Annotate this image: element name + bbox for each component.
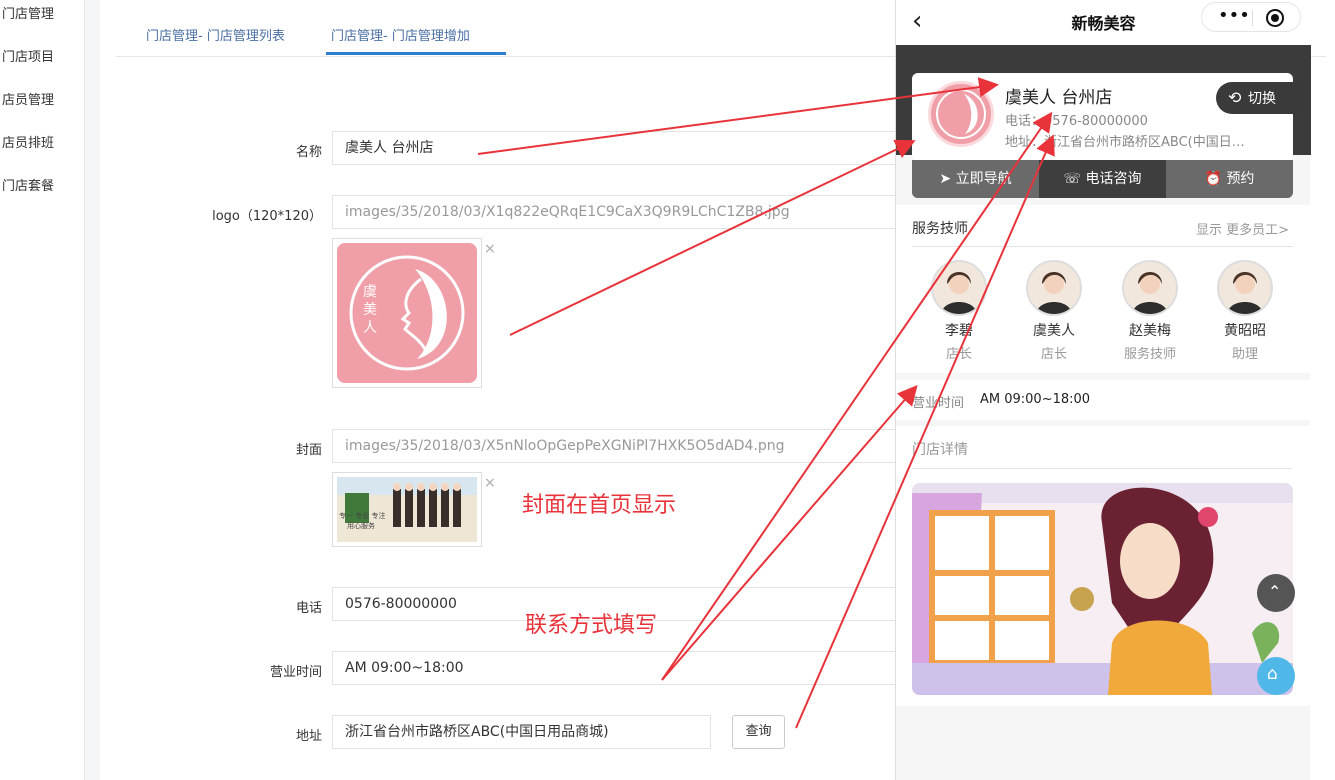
active-tab-indicator	[326, 52, 506, 55]
cover-label: 封面	[295, 443, 322, 458]
sidebar-item-store-packages[interactable]: 门店套餐	[2, 175, 54, 194]
details-divider	[912, 468, 1293, 469]
capsule-menu: •••	[1201, 2, 1301, 32]
logo-text: 虞美人	[363, 284, 377, 336]
staff-divider	[912, 246, 1293, 247]
staff-role: 店长	[1040, 347, 1067, 362]
avatar	[1122, 260, 1178, 316]
logo-preview: 虞美人	[332, 238, 482, 388]
avatar	[931, 260, 987, 316]
capsule-divider	[1252, 10, 1253, 26]
sidebar-item-staff-schedule[interactable]: 店员排班	[2, 132, 54, 151]
cover-path-input[interactable]: images/35/2018/03/X5nNloOpGepPeXGNiPl7HX…	[332, 429, 902, 463]
home-icon: ⌂	[1267, 664, 1278, 684]
business-hours-label: 营业时间	[912, 396, 965, 411]
store-action-bar: ➤ 立即导航 ☏ 电话咨询 ⏰ 预约	[912, 160, 1293, 198]
more-staff-link[interactable]: 显示 更多员工>	[1196, 219, 1289, 238]
more-icon[interactable]: •••	[1218, 5, 1250, 26]
tab-store-list[interactable]: 门店管理- 门店管理列表	[146, 25, 285, 44]
switch-label: 切换	[1248, 91, 1276, 107]
close-target-icon[interactable]	[1266, 9, 1284, 27]
staff-card[interactable]: 李碧 店长	[919, 260, 999, 362]
sidebar-item-store-management[interactable]: 门店管理	[2, 3, 54, 22]
logo-image	[337, 243, 477, 383]
address-input[interactable]: 浙江省台州市路桥区ABC(中国日用品商城)	[332, 715, 711, 749]
store-phone: 电话：0576-80000000	[1005, 114, 1148, 129]
navigation-icon: ➤	[939, 171, 952, 187]
business-hours-value: AM 09:00~18:00	[980, 392, 1091, 407]
staff-card[interactable]: 赵美梅 服务技师	[1110, 260, 1190, 362]
remove-logo-icon[interactable]: ×	[484, 241, 496, 257]
navigate-label: 立即导航	[955, 171, 1012, 187]
left-sidebar: 门店管理 门店项目 店员管理 店员排班 门店套餐	[0, 0, 85, 780]
screenshot-root: 门店管理 门店项目 店员管理 店员排班 门店套餐 门店管理- 门店管理列表 门店…	[0, 0, 1335, 780]
store-address: 地址：浙江省台州市路桥区ABC(中国日…	[1005, 135, 1245, 150]
mobile-preview: ‹ 新畅美容 ••• 虞美人 台州店 电话：0576-80000000 地址：浙…	[895, 0, 1311, 780]
store-name: 虞美人 台州店	[1005, 88, 1113, 108]
remove-cover-icon[interactable]: ×	[484, 475, 496, 491]
staff-title: 服务技师	[912, 221, 968, 237]
logo-label: logo（120*120）	[212, 209, 322, 224]
illustration	[912, 483, 1293, 695]
name-label: 名称	[295, 145, 322, 160]
up-arrow-icon: ⌃	[1268, 582, 1282, 601]
call-button[interactable]: ☏ 电话咨询	[1039, 160, 1166, 198]
sidebar-item-store-projects[interactable]: 门店项目	[2, 46, 54, 65]
home-button[interactable]: ⌂	[1257, 657, 1295, 695]
staff-name: 李碧	[945, 323, 973, 339]
cover-image	[337, 477, 477, 542]
logo-path-input[interactable]: images/35/2018/03/X1q822eQRqE1C9CaX3Q9R9…	[332, 195, 902, 229]
store-logo-image	[936, 89, 986, 139]
sidebar-item-staff-management[interactable]: 店员管理	[2, 89, 54, 108]
store-detail-image	[912, 483, 1293, 695]
back-to-top-button[interactable]: ⌃	[1257, 574, 1295, 612]
navigate-button[interactable]: ➤ 立即导航	[912, 160, 1039, 198]
avatar	[1026, 260, 1082, 316]
name-input[interactable]: 虞美人 台州店	[332, 131, 902, 165]
store-logo	[928, 81, 994, 147]
cover-preview: 专一 专业 专注 用心服务	[332, 472, 482, 547]
mini-program-navbar: ‹ 新畅美容 •••	[896, 0, 1311, 45]
switch-store-button[interactable]: ⟲ 切换	[1216, 82, 1311, 114]
refresh-icon: ⟲	[1228, 88, 1242, 107]
contact-annotation: 联系方式填写	[525, 613, 658, 638]
cover-slogan-2: 用心服务	[347, 522, 375, 530]
staff-name: 虞美人	[1033, 323, 1075, 339]
staff-role: 店长	[945, 347, 972, 362]
cover-slogan-1: 专一 专业 专注	[339, 512, 386, 520]
staff-card[interactable]: 黄昭昭 助理	[1205, 260, 1285, 362]
avatar	[1217, 260, 1273, 316]
phone-label: 电话	[295, 601, 322, 616]
cover-annotation: 封面在首页显示	[522, 493, 677, 518]
query-button[interactable]: 查询	[732, 715, 785, 749]
staff-card[interactable]: 虞美人 店长	[1014, 260, 1094, 362]
hours-input[interactable]: AM 09:00~18:00	[332, 651, 902, 685]
hours-label: 营业时间	[269, 665, 322, 680]
alarm-clock-icon: ⏰	[1204, 171, 1222, 187]
call-label: 电话咨询	[1085, 171, 1142, 187]
staff-role: 助理	[1231, 347, 1258, 362]
staff-name: 黄昭昭	[1224, 323, 1266, 339]
staff-role: 服务技师	[1123, 347, 1176, 362]
tab-store-add[interactable]: 门店管理- 门店管理增加	[331, 25, 470, 44]
staff-name: 赵美梅	[1129, 323, 1171, 339]
address-label: 地址	[295, 729, 322, 744]
book-button[interactable]: ⏰ 预约	[1166, 160, 1293, 198]
phone-icon: ☏	[1063, 171, 1082, 187]
book-label: 预约	[1226, 171, 1255, 187]
details-title: 门店详情	[912, 442, 968, 458]
